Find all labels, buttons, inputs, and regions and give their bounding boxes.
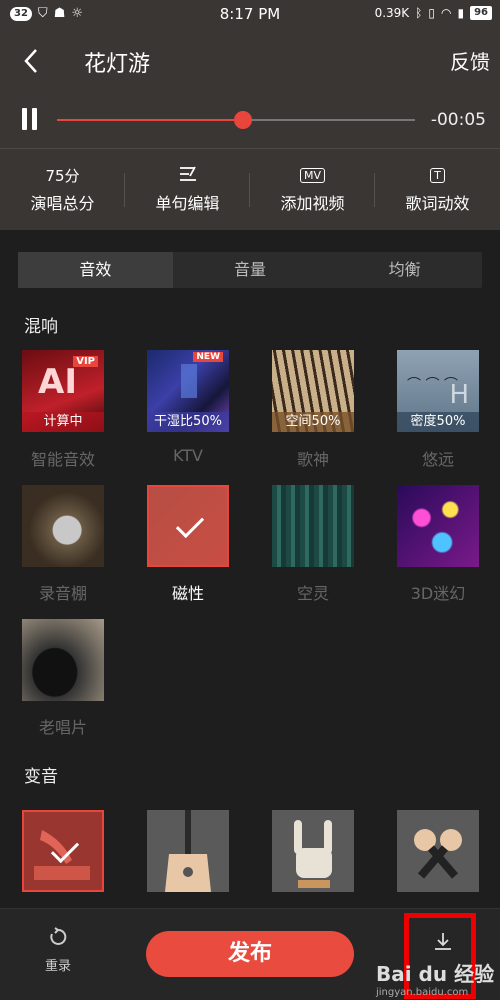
effect-distant[interactable]: ⌒ ⌒ ⌒ H 密度50% bbox=[397, 350, 479, 432]
pause-icon bbox=[22, 108, 27, 130]
effect-badge: 空间50% bbox=[272, 412, 354, 432]
effect-badge: 干湿比50% bbox=[147, 412, 229, 432]
effect-ethereal[interactable] bbox=[272, 485, 354, 567]
record-thumbnail bbox=[22, 619, 104, 701]
effect-label: 3D迷幻 bbox=[410, 584, 466, 603]
chevron-left-icon bbox=[24, 49, 37, 73]
effect-smart[interactable]: AI VIP 计算中 bbox=[22, 350, 104, 432]
remaining-time: -00:05 bbox=[430, 110, 486, 130]
lyric-animation-button[interactable]: T 歌词动效 bbox=[375, 149, 500, 229]
re-record-button[interactable]: 重录 bbox=[36, 927, 80, 974]
effect-label: 录音棚 bbox=[38, 584, 87, 603]
watermark-title: Bai du 经验 bbox=[376, 962, 495, 986]
status-bar: 32 ⛉ ☗ ☼ 8:17 PM 0.39K ᛒ ▯ ◠ ▮ 96 bbox=[0, 0, 500, 30]
page-title: 花灯游 bbox=[84, 52, 151, 77]
total-score-label: 演唱总分 bbox=[30, 194, 95, 213]
add-video-button[interactable]: MV 添加视频 bbox=[250, 149, 375, 229]
effect-label: 空灵 bbox=[296, 584, 329, 603]
vibrate-icon: ▯ bbox=[428, 6, 435, 20]
effect-badge: 计算中 bbox=[22, 412, 104, 432]
voice-effect-gramophone[interactable] bbox=[22, 810, 104, 892]
add-video-label: 添加视频 bbox=[280, 194, 345, 213]
effect-label: 歌神 bbox=[296, 450, 329, 469]
top-bar: 花灯游 反馈 bbox=[0, 30, 500, 92]
battery-icon: 96 bbox=[470, 6, 492, 20]
reverb-section-title: 混响 bbox=[24, 317, 58, 337]
effect-label-selected: 磁性 bbox=[171, 584, 204, 603]
vip-tag: VIP bbox=[73, 356, 98, 367]
score-value: 75分 bbox=[45, 167, 80, 185]
voice-effect-rock[interactable] bbox=[272, 810, 354, 892]
new-tag: NEW bbox=[193, 352, 223, 362]
effect-old-record[interactable] bbox=[22, 619, 104, 701]
check-icon bbox=[50, 834, 80, 864]
voice-effect-guitar[interactable] bbox=[147, 810, 229, 892]
voice-change-section-title: 变音 bbox=[24, 767, 58, 787]
re-record-label: 重录 bbox=[44, 959, 71, 974]
network-speed: 0.39K bbox=[374, 6, 410, 20]
effect-label: KTV bbox=[173, 446, 203, 465]
refresh-icon bbox=[36, 927, 80, 951]
check-icon bbox=[175, 509, 205, 539]
feedback-button[interactable]: 反馈 bbox=[450, 46, 490, 75]
download-icon bbox=[433, 932, 453, 956]
baidu-watermark: Bai du 经验 jingyan.baidu.com bbox=[376, 958, 500, 998]
signal-icon: ▮ bbox=[457, 6, 465, 20]
back-button[interactable] bbox=[18, 44, 48, 78]
effect-song-god[interactable]: 空间50% bbox=[272, 350, 354, 432]
effect-tabs: 音效 音量 均衡 bbox=[18, 252, 482, 288]
line-edit-button[interactable]: 单句编辑 bbox=[125, 149, 250, 229]
edit-lines-icon bbox=[179, 166, 196, 181]
selected-overlay bbox=[147, 485, 229, 567]
bluetooth-icon: ᛒ bbox=[415, 6, 423, 20]
effect-label: 智能音效 bbox=[30, 450, 95, 469]
tab-equalizer[interactable]: 均衡 bbox=[327, 252, 482, 288]
line-edit-label: 单句编辑 bbox=[155, 194, 220, 213]
player-bar: -00:05 bbox=[0, 92, 500, 148]
effect-ktv[interactable]: NEW 干湿比50% bbox=[147, 350, 229, 432]
effect-studio[interactable] bbox=[22, 485, 104, 567]
effect-badge: 密度50% bbox=[397, 412, 479, 432]
guitar-icon bbox=[147, 810, 229, 892]
rock-hand-icon bbox=[272, 810, 354, 892]
progress-knob[interactable] bbox=[234, 111, 253, 129]
progress-fill bbox=[57, 119, 244, 121]
effect-label: 悠远 bbox=[421, 450, 454, 469]
forest-thumbnail bbox=[272, 485, 354, 567]
total-score-button[interactable]: 75分 演唱总分 bbox=[0, 149, 125, 229]
microphone-thumbnail bbox=[22, 485, 104, 567]
progress-track[interactable] bbox=[57, 111, 415, 129]
effect-label: 老唱片 bbox=[38, 718, 87, 737]
publish-button[interactable]: 发布 bbox=[146, 931, 354, 977]
effect-magnetic[interactable] bbox=[147, 485, 229, 567]
tab-sound-effect[interactable]: 音效 bbox=[18, 252, 173, 288]
psychedelic-thumbnail bbox=[397, 485, 479, 567]
selected-overlay bbox=[22, 810, 104, 892]
wifi-icon: ◠ bbox=[440, 6, 452, 20]
watermark-url: jingyan.baidu.com bbox=[376, 987, 469, 998]
tab-volume[interactable]: 音量 bbox=[173, 252, 328, 288]
voice-effect-microphones[interactable] bbox=[397, 810, 479, 892]
text-t-icon: T bbox=[430, 168, 445, 183]
microphones-icon bbox=[397, 810, 479, 892]
effect-3d-psychedelic[interactable] bbox=[397, 485, 479, 567]
lyric-animation-label: 歌词动效 bbox=[405, 194, 470, 213]
tool-row: 75分 演唱总分 单句编辑 MV 添加视频 T 歌词动效 bbox=[0, 149, 500, 229]
mv-icon: MV bbox=[299, 168, 325, 183]
header: 花灯游 反馈 -00:05 75分 演唱总分 单句编辑 MV 添加视频 T 歌词… bbox=[0, 30, 500, 230]
pause-button[interactable] bbox=[20, 108, 40, 132]
